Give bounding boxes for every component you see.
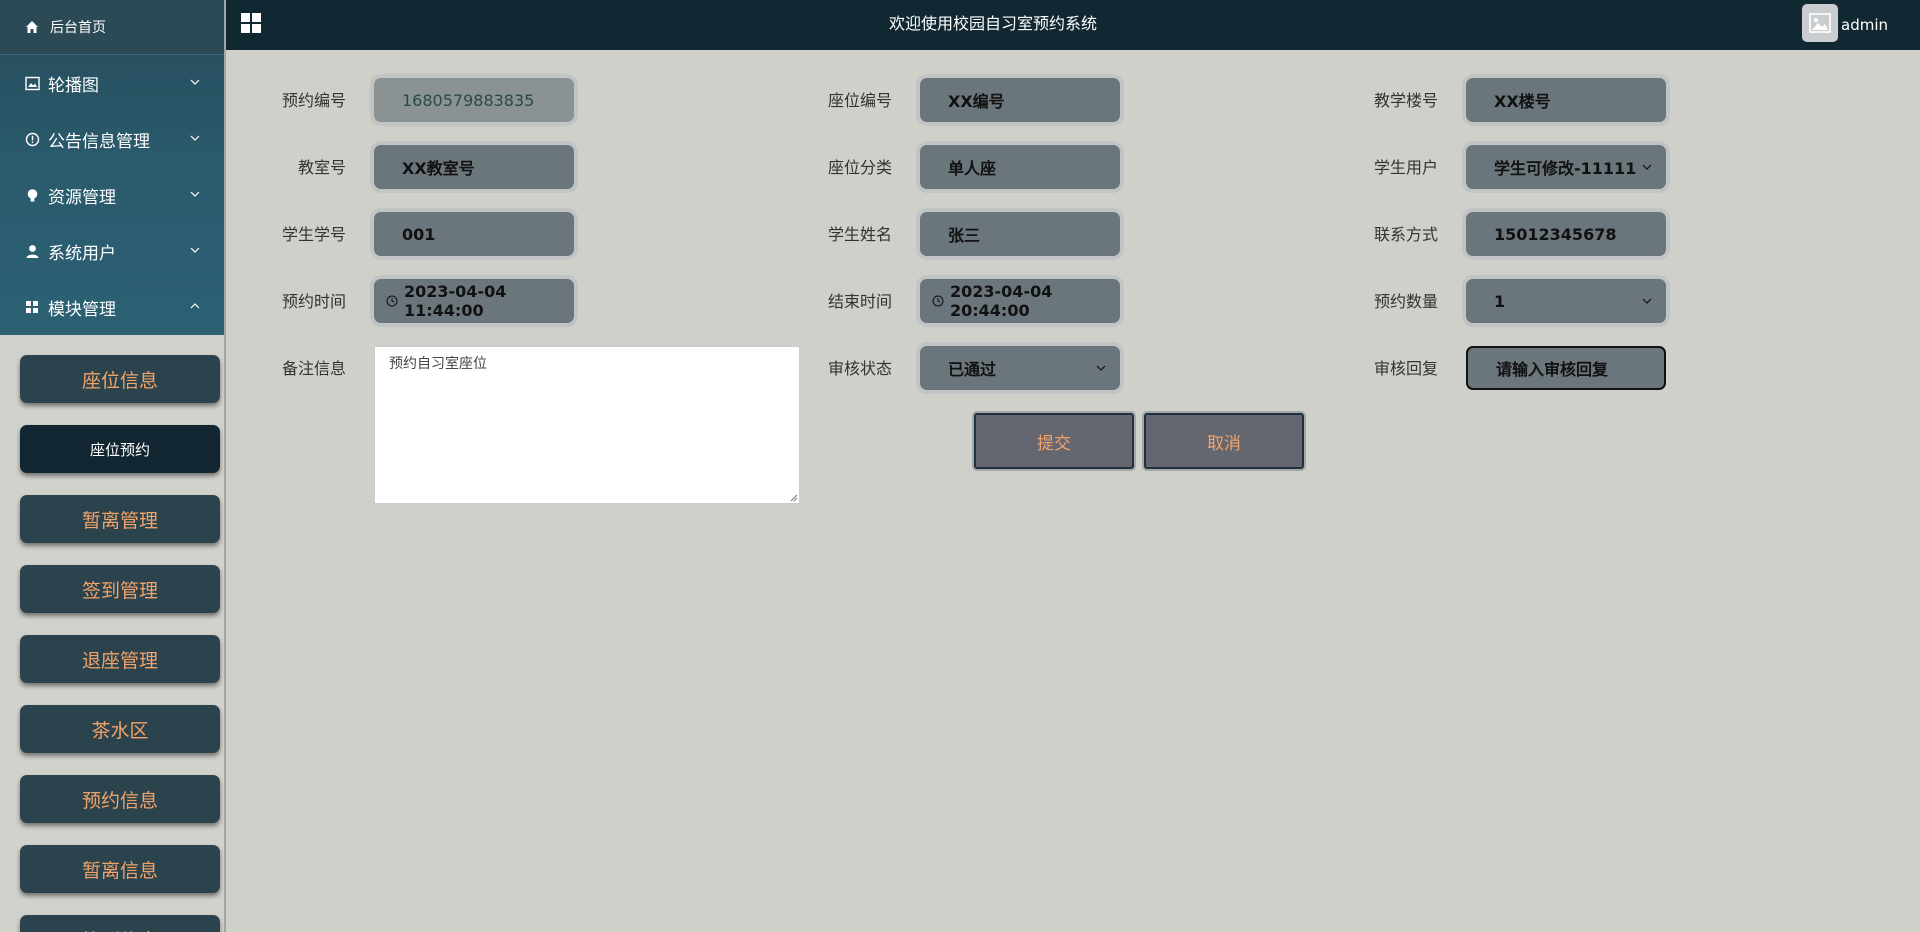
booking-no-value: 1680579883835: [402, 90, 535, 110]
chevron-up-icon: [190, 303, 200, 309]
avatar-image-icon: [1809, 13, 1831, 33]
quantity-value: 1: [1494, 291, 1506, 311]
book-time-value: 2023-04-04 11:44:00: [404, 282, 507, 320]
building-no-field[interactable]: XX楼号: [1466, 78, 1666, 122]
sidebar-item-notice[interactable]: 公告信息管理: [0, 111, 224, 167]
student-name-field[interactable]: 张三: [920, 212, 1120, 256]
sidebar-item-label: 轮播图: [48, 75, 99, 96]
chevron-down-icon: [190, 247, 200, 253]
seat-type-value: 单人座: [948, 159, 997, 178]
booking-no-label: 预约编号: [281, 91, 346, 110]
building-no-label: 教学楼号: [1373, 91, 1438, 110]
review-reply-label: 审核回复: [1373, 359, 1438, 378]
review-reply-placeholder: 请输入审核回复: [1496, 360, 1609, 379]
building-no-value: XX楼号: [1494, 92, 1551, 111]
student-name-label: 学生姓名: [827, 225, 892, 244]
sidebar-item-home-label: 后台首页: [50, 20, 106, 36]
quantity-select[interactable]: 1: [1466, 279, 1666, 323]
book-time-picker[interactable]: 2023-04-04 11:44:00: [374, 279, 574, 323]
chevron-down-icon: [190, 79, 200, 85]
cancel-button[interactable]: 取消: [1144, 413, 1304, 469]
image-icon: [24, 75, 40, 91]
room-no-field[interactable]: XX教室号: [374, 145, 574, 189]
info-icon: [24, 131, 40, 147]
sidebar-item-resources[interactable]: 资源管理: [0, 167, 224, 223]
submenu-booking-info[interactable]: 预约信息: [20, 775, 220, 823]
username[interactable]: admin: [1841, 16, 1888, 34]
review-reply-input[interactable]: 请输入审核回复: [1466, 346, 1666, 390]
quantity-label: 预约数量: [1373, 292, 1438, 311]
sidebar-item-users[interactable]: 系统用户: [0, 223, 224, 279]
student-id-value: 001: [402, 224, 436, 244]
sidebar-item-carousel[interactable]: 轮播图: [0, 55, 224, 111]
app-title: 欢迎使用校园自习室预约系统: [888, 14, 1097, 33]
resize-grip-icon[interactable]: [789, 493, 798, 502]
submenu-leave-management[interactable]: 暂离管理: [20, 495, 220, 543]
room-no-label: 教室号: [297, 158, 346, 177]
chevron-down-icon: [1642, 164, 1652, 170]
seat-no-value: XX编号: [948, 92, 1005, 111]
sidebar-menu: 后台首页 轮播图 公告信息管理 资源管理 系统用户 模块管理: [0, 0, 224, 335]
book-time-label: 预约时间: [281, 292, 346, 311]
sidebar-item-home[interactable]: 后台首页: [0, 0, 224, 55]
submenu-return-seat-management[interactable]: 退座管理: [20, 635, 220, 683]
submit-button[interactable]: 提交: [974, 413, 1134, 469]
submenu-checkin-management[interactable]: 签到管理: [20, 565, 220, 613]
review-status-label: 审核状态: [827, 359, 892, 378]
sidebar-item-label: 模块管理: [48, 299, 116, 320]
contact-field[interactable]: 15012345678: [1466, 212, 1666, 256]
end-time-picker[interactable]: 2023-04-04 20:44:00: [920, 279, 1120, 323]
student-id-label: 学生学号: [281, 225, 346, 244]
submenu-tea-area[interactable]: 茶水区: [20, 705, 220, 753]
chevron-down-icon: [190, 191, 200, 197]
home-icon: [26, 21, 38, 33]
remark-placeholder: 预约自习室座位: [389, 356, 487, 372]
sidebar: 后台首页 轮播图 公告信息管理 资源管理 系统用户 模块管理 座位信息 座位预约…: [0, 0, 226, 932]
review-status-value: 已通过: [948, 360, 997, 379]
student-user-label: 学生用户: [1373, 158, 1438, 177]
student-user-select[interactable]: 学生可修改-11111: [1466, 145, 1666, 189]
user-icon: [24, 243, 40, 259]
sidebar-item-label: 系统用户: [48, 243, 116, 264]
chevron-down-icon: [1096, 365, 1106, 371]
seat-type-field[interactable]: 单人座: [920, 145, 1120, 189]
submenu-checkin-info[interactable]: 签到信息: [20, 915, 220, 932]
seat-no-label: 座位编号: [827, 91, 892, 110]
clock-icon: [932, 295, 944, 307]
top-header: 欢迎使用校园自习室预约系统 admin: [226, 0, 1920, 50]
student-user-value: 学生可修改-11111: [1494, 159, 1637, 178]
seat-type-label: 座位分类: [827, 158, 892, 177]
end-time-label: 结束时间: [827, 292, 892, 311]
contact-value: 15012345678: [1494, 224, 1617, 244]
review-status-select[interactable]: 已通过: [920, 346, 1120, 390]
avatar[interactable]: [1802, 4, 1838, 42]
sidebar-item-modules[interactable]: 模块管理: [0, 279, 224, 335]
booking-no-field[interactable]: 1680579883835: [374, 78, 574, 122]
submenu-list: 座位信息 座位预约 暂离管理 签到管理 退座管理 茶水区 预约信息 暂离信息 签…: [0, 335, 224, 932]
submenu-seat-booking[interactable]: 座位预约: [20, 425, 220, 473]
lightbulb-icon: [24, 187, 40, 203]
end-time-value: 2023-04-04 20:44:00: [950, 282, 1053, 320]
chevron-down-icon: [190, 135, 200, 141]
room-no-value: XX教室号: [402, 159, 475, 178]
contact-label: 联系方式: [1373, 225, 1438, 244]
remark-textarea[interactable]: 预约自习室座位: [374, 346, 800, 504]
student-name-value: 张三: [948, 226, 981, 245]
sidebar-item-label: 公告信息管理: [48, 131, 150, 152]
student-id-field[interactable]: 001: [374, 212, 574, 256]
sidebar-item-label: 资源管理: [48, 187, 116, 208]
submenu-leave-info[interactable]: 暂离信息: [20, 845, 220, 893]
submenu-seat-info[interactable]: 座位信息: [20, 355, 220, 403]
clock-icon: [386, 295, 398, 307]
grid-icon: [24, 299, 40, 315]
remark-label: 备注信息: [281, 359, 346, 378]
chevron-down-icon: [1642, 298, 1652, 304]
seat-no-field[interactable]: XX编号: [920, 78, 1120, 122]
